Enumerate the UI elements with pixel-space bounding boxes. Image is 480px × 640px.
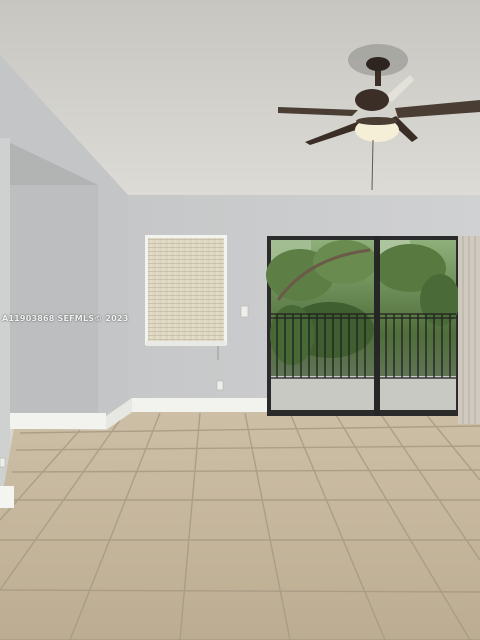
light-switch bbox=[240, 305, 249, 318]
window-blinds bbox=[148, 238, 224, 342]
baseboard-back bbox=[132, 398, 268, 412]
baseboard-left bbox=[0, 486, 14, 508]
fan-canopy bbox=[366, 57, 390, 71]
fan-light-rim bbox=[356, 117, 398, 125]
photo-watermark: A11903868 SEFMLS© 2023 bbox=[2, 314, 129, 323]
wall-outlet-left bbox=[0, 457, 6, 468]
left-column bbox=[0, 138, 10, 508]
door-center-mullion bbox=[374, 236, 380, 416]
balcony-floor bbox=[271, 376, 375, 410]
wall-outlet bbox=[216, 380, 224, 391]
fan-motor bbox=[355, 89, 389, 111]
alcove-inner-wall bbox=[10, 185, 98, 413]
baseboard-alcove bbox=[10, 413, 106, 429]
balcony-floor bbox=[380, 376, 456, 410]
window-sill bbox=[146, 341, 226, 346]
